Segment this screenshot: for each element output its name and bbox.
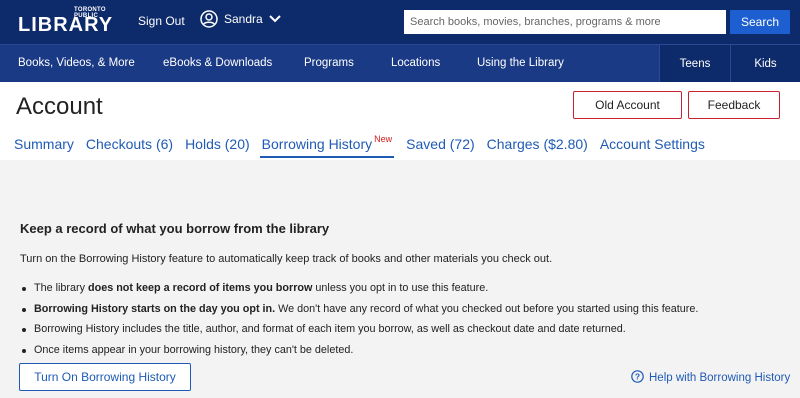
new-badge: New xyxy=(374,134,393,144)
nav-item-kids[interactable]: Kids xyxy=(730,45,800,83)
page-title: Account xyxy=(16,93,103,120)
list-item: Borrowing History includes the title, au… xyxy=(20,323,698,344)
bullet-icon xyxy=(22,328,26,332)
user-menu[interactable]: Sandra xyxy=(200,10,281,28)
account-header: Account Old Account Feedback Summary Che… xyxy=(0,82,800,160)
svg-text:?: ? xyxy=(635,372,640,382)
library-logo[interactable]: TORONTO PUBLIC LIBRARY xyxy=(18,7,118,39)
tab-borrowing-history[interactable]: Borrowing History New xyxy=(259,134,395,158)
bullet-bold-text: does not keep a record of items you borr… xyxy=(88,282,313,294)
section-heading: Keep a record of what you borrow from th… xyxy=(20,221,330,236)
bullet-text: Once items appear in your borrowing hist… xyxy=(34,343,354,356)
info-list: The library does not keep a record of it… xyxy=(20,282,698,364)
bullet-text: We don't have any record of what you che… xyxy=(275,302,699,315)
bullet-text: unless you opt in to use this feature. xyxy=(312,282,489,294)
list-item: Borrowing History starts on the day you … xyxy=(20,303,698,324)
nav-item-programs[interactable]: Programs xyxy=(304,57,354,69)
help-link-label: Help with Borrowing History xyxy=(649,372,791,384)
logo-big-text: LIBRARY xyxy=(18,14,114,36)
nav-item-books[interactable]: Books, Videos, & More xyxy=(18,57,135,69)
tab-saved[interactable]: Saved (72) xyxy=(406,136,474,158)
top-bar: TORONTO PUBLIC LIBRARY Sign Out Sandra S… xyxy=(0,0,800,44)
search-input[interactable] xyxy=(404,10,726,34)
search-button[interactable]: Search xyxy=(730,10,790,34)
nav-item-using-library[interactable]: Using the Library xyxy=(477,57,564,69)
intro-text: Turn on the Borrowing History feature to… xyxy=(20,253,553,265)
tab-account-settings[interactable]: Account Settings xyxy=(600,136,705,158)
sign-out-link[interactable]: Sign Out xyxy=(138,14,185,28)
tab-holds[interactable]: Holds (20) xyxy=(185,136,250,158)
user-name: Sandra xyxy=(224,12,263,26)
user-circle-icon xyxy=(200,10,218,28)
help-link[interactable]: ? Help with Borrowing History xyxy=(631,370,790,386)
list-item: Once items appear in your borrowing hist… xyxy=(20,344,698,365)
chevron-down-icon xyxy=(268,15,281,23)
tab-summary[interactable]: Summary xyxy=(14,136,74,158)
account-tabs: Summary Checkouts (6) Holds (20) Borrowi… xyxy=(14,134,717,158)
tab-borrowing-history-label: Borrowing History xyxy=(261,136,373,152)
bullet-icon xyxy=(22,348,26,353)
bullet-icon xyxy=(22,307,26,312)
list-item: The library does not keep a record of it… xyxy=(20,282,698,303)
borrowing-history-panel: Keep a record of what you borrow from th… xyxy=(0,160,800,398)
bullet-text: Borrowing History includes the title, au… xyxy=(34,323,626,335)
main-nav: Books, Videos, & More eBooks & Downloads… xyxy=(0,44,800,83)
bullet-icon xyxy=(22,287,26,291)
question-circle-icon: ? xyxy=(631,370,644,386)
nav-item-locations[interactable]: Locations xyxy=(391,57,440,69)
old-account-button[interactable]: Old Account xyxy=(573,91,682,119)
feedback-button[interactable]: Feedback xyxy=(688,91,780,119)
nav-item-ebooks[interactable]: eBooks & Downloads xyxy=(163,57,272,69)
bullet-bold-text: Borrowing History starts on the day you … xyxy=(34,302,276,315)
bullet-text: The library xyxy=(34,282,89,294)
turn-on-borrowing-history-button[interactable]: Turn On Borrowing History xyxy=(19,363,191,391)
tab-checkouts[interactable]: Checkouts (6) xyxy=(86,136,173,158)
nav-item-teens[interactable]: Teens xyxy=(659,45,730,83)
tab-charges[interactable]: Charges ($2.80) xyxy=(487,136,588,158)
